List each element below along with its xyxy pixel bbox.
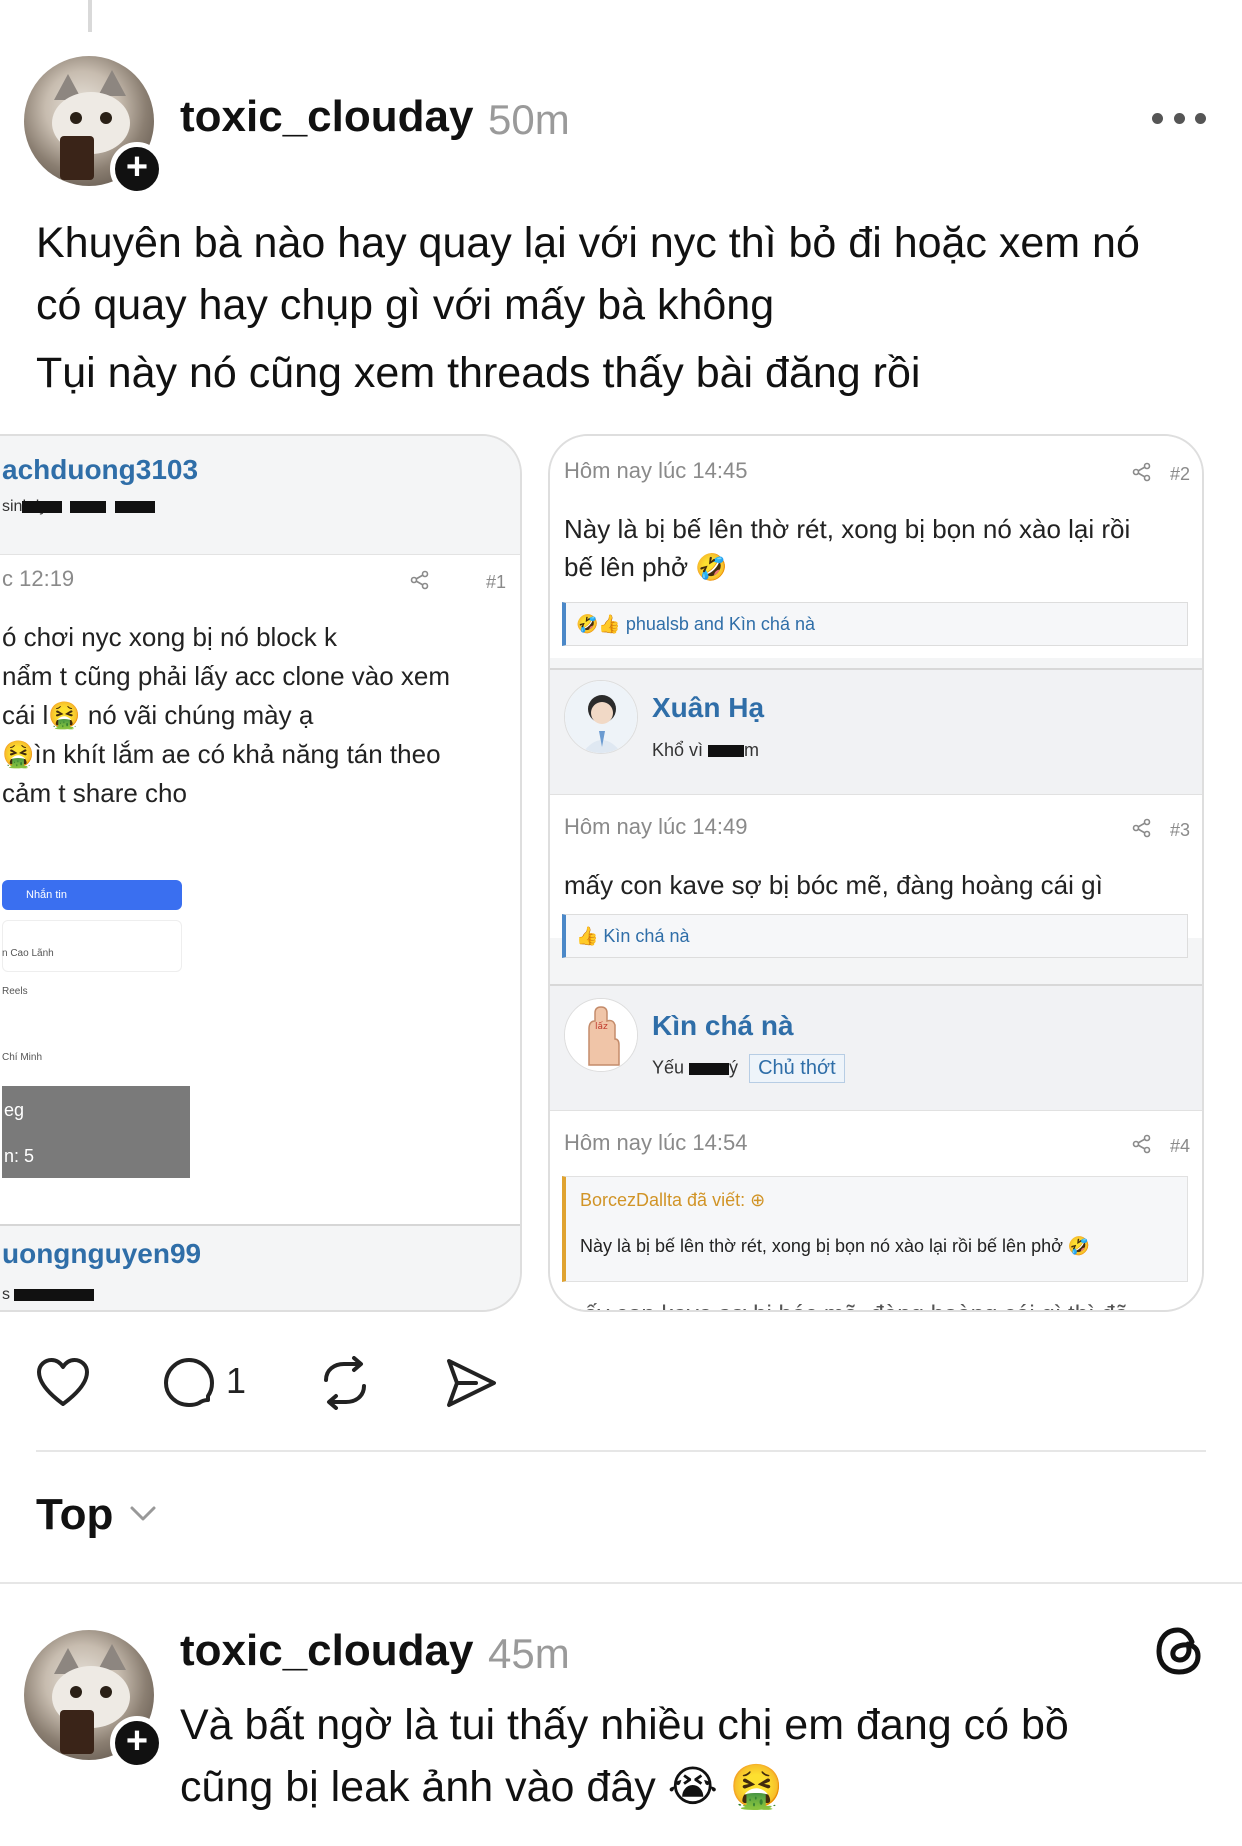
profile-detail: Chí Minh	[2, 1052, 43, 1063]
follow-plus-icon[interactable]: +	[110, 142, 164, 196]
chevron-down-icon[interactable]	[126, 1496, 160, 1535]
forum-user-title: Yếu ý Chủ thớt	[652, 1054, 845, 1083]
avatar-eye-left	[70, 112, 82, 124]
forum-post-text: ó chơi nyc xong bị nó block k nẩm t cũng…	[2, 618, 450, 813]
thread-connector-line	[88, 0, 92, 32]
reply-line: Và bất ngờ là tui thấy nhiều chị em đang…	[180, 1701, 1069, 1749]
threads-logo-icon[interactable]	[1152, 1624, 1206, 1683]
avatar-ear-right	[98, 1644, 126, 1670]
post-timestamp: 50m	[488, 96, 570, 143]
forum-user-avatar	[564, 680, 638, 754]
quote-text: Này là bị bế lên thờ rét, xong bị bọn nó…	[580, 1236, 1091, 1256]
forum-post-line: mấy con kave sợ bị bóc mẽ, đàng hoàng cá…	[564, 870, 1103, 900]
follow-plus-icon[interactable]: +	[110, 1716, 164, 1770]
overlay-text: eg	[4, 1100, 25, 1120]
section-divider	[0, 1582, 1242, 1584]
forum-username: Xuân Hạ	[652, 692, 765, 723]
reply-username[interactable]: toxic_clouday	[180, 1626, 473, 1676]
forum-user-title-text: ý	[729, 1057, 739, 1078]
forum-post-line: 🤮ìn khít lắm ae có khả năng tán theo	[2, 739, 441, 769]
forum-username: Kìn chá nà	[652, 1010, 794, 1041]
forum-post-date: c 12:19	[2, 566, 75, 591]
comment-icon[interactable]	[162, 1356, 216, 1415]
reply-author-avatar[interactable]: +	[24, 1630, 164, 1770]
forum-next-username: uongnguyen99	[2, 1238, 202, 1269]
thread-owner-badge: Chủ thớt	[749, 1054, 845, 1083]
forum-next-user-subtitle: s	[2, 1286, 95, 1304]
reply-timestamp: 45m	[488, 1630, 570, 1677]
forum-post-number: #2	[1170, 464, 1191, 484]
redaction-bar	[114, 500, 155, 513]
attached-image-2[interactable]: Hôm nay lúc 14:45 #2 Này là bị bế lên th…	[548, 434, 1204, 1312]
overlay-text: n: 5	[4, 1146, 35, 1166]
post-line: Tụi này nó cũng xem threads thấy bài đăn…	[36, 349, 921, 397]
forum-user-title-text: m	[744, 740, 760, 760]
forum-user-row	[550, 984, 1202, 1110]
forum-user-title-text: Khổ vì	[652, 740, 704, 760]
forum-user-avatar: lấz	[564, 998, 638, 1072]
forum-user-subtitle: sinh ly	[2, 498, 155, 516]
share-icon	[1132, 818, 1152, 844]
forum-post-line-cut: mấy con kave sợ bị bóc mẽ, đàng hoàng cá…	[564, 1296, 1128, 1310]
redaction-bar	[14, 1288, 95, 1301]
avatar-eye-right	[100, 1686, 112, 1698]
redaction-bar	[708, 745, 745, 758]
more-dot	[1195, 112, 1206, 124]
section-divider	[36, 1450, 1206, 1452]
avatar-cup	[60, 1710, 94, 1754]
profile-detail: Reels	[2, 986, 28, 997]
forum-post-line: cái l🤮 nó vãi chúng mày ạ	[2, 700, 314, 730]
send-icon[interactable]	[444, 1356, 498, 1415]
forum-post-date: Hôm nay lúc 14:45	[564, 458, 748, 483]
avatar-ear-right	[98, 70, 126, 96]
forum-post-number: #4	[1170, 1136, 1191, 1156]
reply-body: Và bất ngờ là tui thấy nhiều chị em đang…	[180, 1694, 1180, 1818]
profile-detail: n Cao Lãnh	[2, 948, 54, 959]
post-line: Khuyên bà nào hay quay lại với nyc thì b…	[36, 219, 1140, 267]
avatar-eye-left	[70, 1686, 82, 1698]
forum-post-number: #3	[1170, 820, 1191, 840]
forum-post-date: Hôm nay lúc 14:54	[564, 1130, 748, 1155]
heart-icon[interactable]	[36, 1358, 90, 1413]
post-author-avatar[interactable]: +	[24, 56, 164, 196]
more-dot	[1173, 112, 1185, 124]
forum-next-user-subtitle-text: s	[2, 1286, 10, 1303]
forum-user-title: Khổ vì m	[652, 740, 759, 761]
forum-post-line: nẩm t cũng phải lấy acc clone vào xem	[2, 661, 451, 691]
forum-post-line: Này là bị bế lên thờ rét, xong bị bọn nó…	[564, 514, 1131, 544]
profile-box	[2, 920, 182, 972]
redaction-bar	[689, 1062, 730, 1075]
reaction-bar: 🤣👍 phualsb and Kìn chá nà	[562, 602, 1188, 646]
forum-post-line: ó chơi nyc xong bị nó block k	[2, 622, 338, 652]
forum-user-row	[550, 668, 1202, 794]
forum-user-title-text: Yếu	[652, 1057, 685, 1078]
reaction-bar: 👍 Kìn chá nà	[562, 914, 1188, 958]
message-button: Nhắn tin	[2, 880, 182, 910]
redaction-bar	[70, 500, 107, 513]
share-icon	[410, 570, 430, 596]
share-icon	[1132, 1134, 1152, 1160]
repost-icon[interactable]	[318, 1356, 372, 1415]
redaction-bar	[21, 500, 62, 513]
more-dot	[1152, 112, 1163, 124]
post-body: Khuyên bà nào hay quay lại với nyc thì b…	[36, 212, 1226, 404]
sort-dropdown-label[interactable]: Top	[36, 1490, 113, 1540]
forum-post-line: bế lên phở 🤣	[564, 552, 728, 582]
forum-post-line: cảm t share cho	[2, 778, 187, 808]
attached-image-1[interactable]: achduong3103 sinh ly c 12:19 #1 ó chơi n…	[0, 434, 522, 1312]
more-icon[interactable]	[1152, 104, 1206, 132]
share-icon	[1132, 462, 1152, 488]
post-line: có quay hay chụp gì với mấy bà không	[36, 281, 775, 329]
quote-author: BorcezDallta đã viết: ⊕	[580, 1190, 766, 1210]
post-username[interactable]: toxic_clouday	[180, 92, 473, 142]
forum-post-number: #1	[486, 572, 507, 592]
forum-post-date: Hôm nay lúc 14:49	[564, 814, 748, 839]
forum-username: achduong3103	[2, 454, 199, 485]
reply-count: 1	[226, 1360, 247, 1401]
avatar-cup	[60, 136, 94, 180]
avatar-eye-right	[100, 112, 112, 124]
reply-line: cũng bị leak ảnh vào đây 😭 🤮	[180, 1763, 784, 1811]
svg-text:lấz: lấz	[595, 1021, 608, 1032]
